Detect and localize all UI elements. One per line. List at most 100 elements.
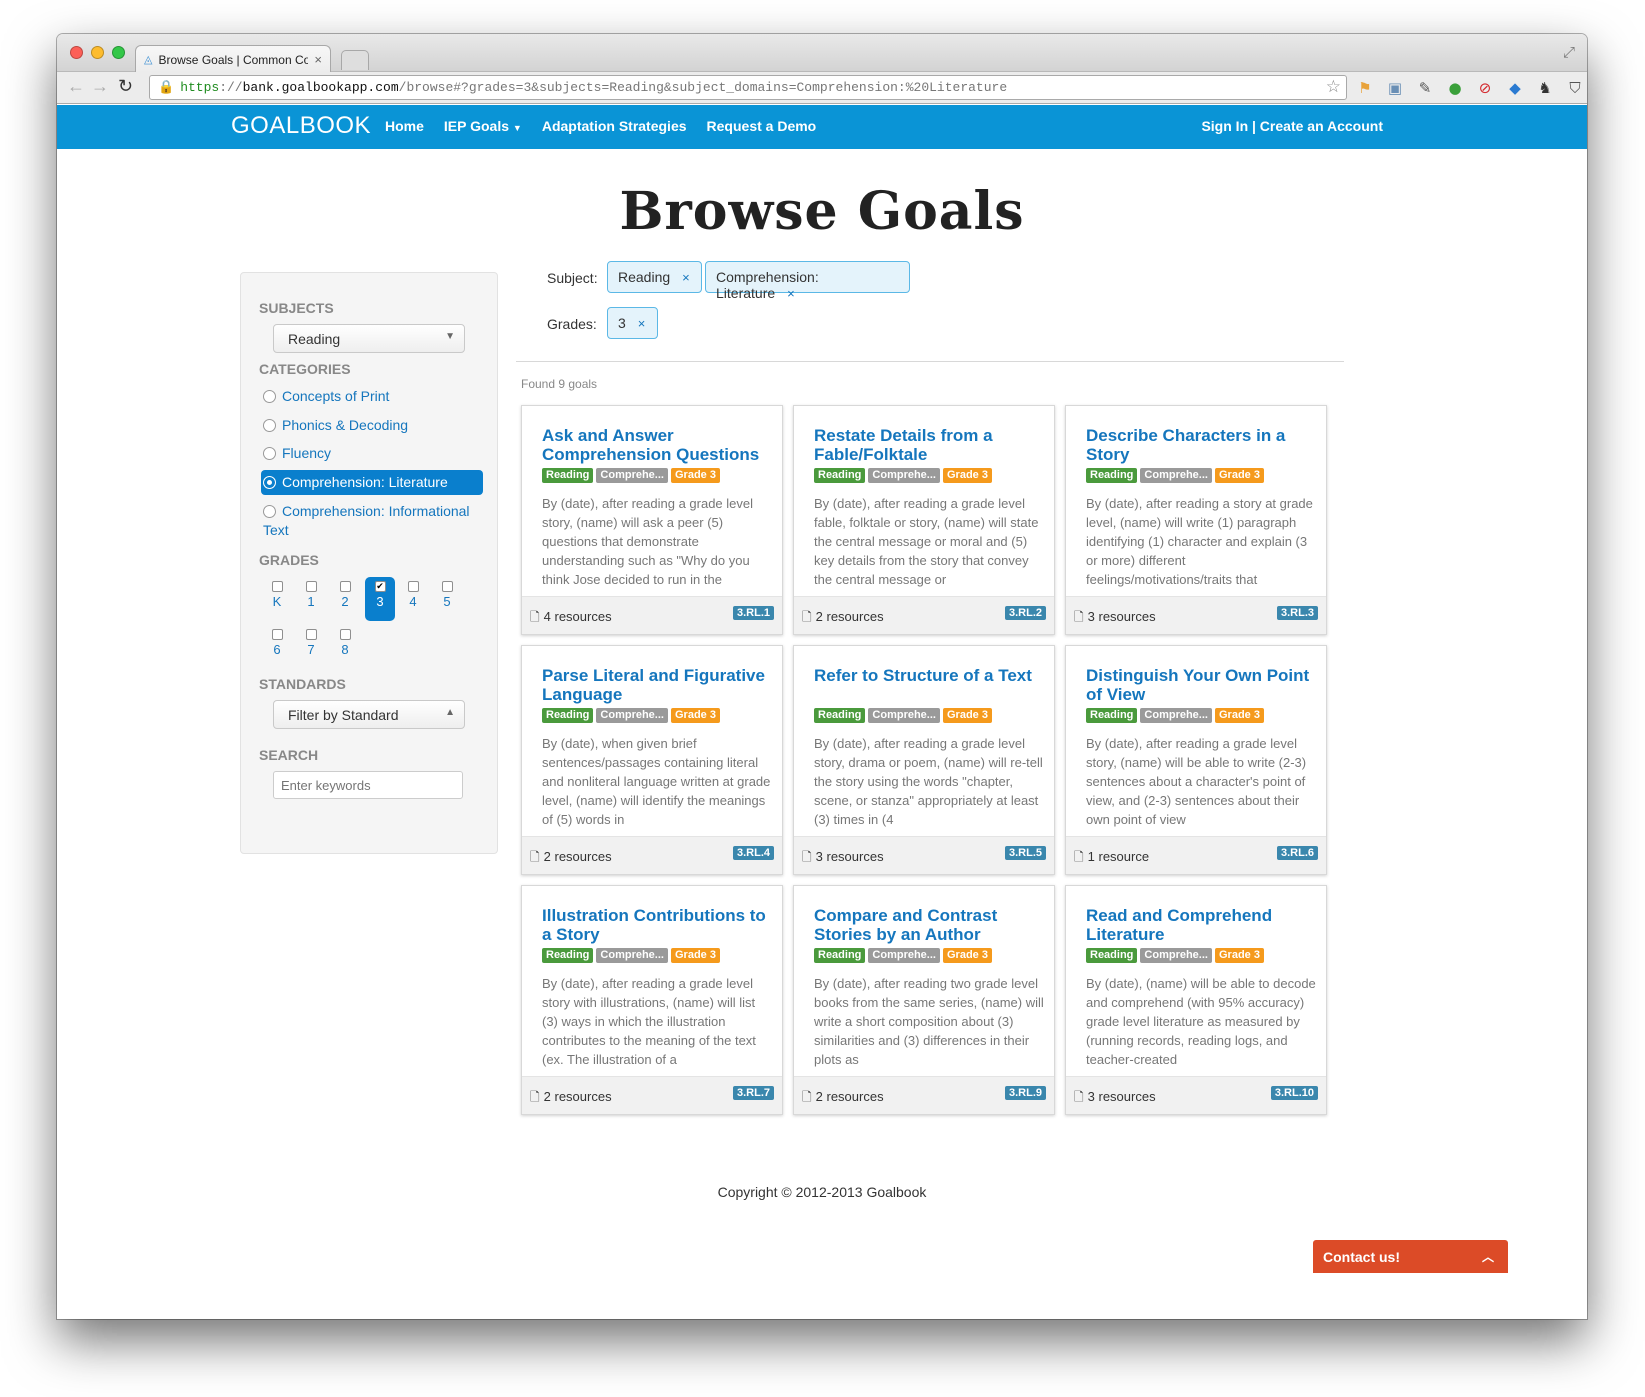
- extension-icon[interactable]: ✎: [1417, 79, 1433, 97]
- goal-card[interactable]: Illustration Contributions to a Story Rea…: [521, 885, 783, 1115]
- nav-iep-goals[interactable]: IEP Goals ▼: [444, 118, 522, 134]
- resources-count: 3 resources: [1087, 1089, 1156, 1104]
- new-tab-button[interactable]: [341, 50, 369, 70]
- subject-chip-reading[interactable]: Reading ×: [607, 261, 702, 293]
- nav-adaptation-strategies[interactable]: Adaptation Strategies: [542, 118, 687, 134]
- goal-card[interactable]: Describe Characters in a Story Reading Com…: [1065, 405, 1327, 635]
- domain-tag: Comprehe...: [1140, 468, 1212, 483]
- category-concepts-of-print[interactable]: Concepts of Print: [261, 384, 483, 409]
- category-comprehension-informational[interactable]: Comprehension: Informational Text: [261, 502, 483, 540]
- goal-footer: 🗋 1 resource 3.RL.6: [1066, 836, 1326, 874]
- subject-chip-comprehension[interactable]: Comprehension: Literature ×: [705, 261, 910, 301]
- goal-description: By (date), after reading two grade level…: [814, 976, 1044, 1067]
- resources-link[interactable]: 🗋 3 resources: [1074, 608, 1156, 629]
- tab-close-icon[interactable]: ×: [314, 52, 322, 67]
- address-bar[interactable]: 🔒 https://bank.goalbookapp.com/browse#?g…: [149, 75, 1347, 100]
- goal-tags: Reading Comprehe... Grade 3: [542, 708, 720, 723]
- remove-icon[interactable]: ×: [638, 316, 646, 331]
- goal-title[interactable]: Restate Details from a Fable/Folktale: [814, 426, 1044, 464]
- extension-icon[interactable]: ♞: [1537, 79, 1553, 97]
- title-bar: ◬ Browse Goals | Common Cor × ⤢: [57, 34, 1587, 73]
- goal-tags: Reading Comprehe... Grade 3: [542, 948, 720, 963]
- subject-tag: Reading: [542, 948, 594, 963]
- grade-6-checkbox[interactable]: 6: [263, 625, 291, 667]
- copyright: Copyright © 2012-2013 Goalbook: [717, 1184, 927, 1200]
- grade-chip-3[interactable]: 3 ×: [607, 307, 658, 339]
- extension-icon[interactable]: ⛉: [1567, 79, 1583, 97]
- brand-logo[interactable]: GOALBOOK: [231, 112, 371, 140]
- resources-link[interactable]: 🗋 1 resource: [1074, 848, 1149, 869]
- minimize-window-button[interactable]: [91, 46, 104, 59]
- contact-us-button[interactable]: Contact us! ︿: [1313, 1240, 1508, 1273]
- grade-5-checkbox[interactable]: 5: [433, 577, 461, 619]
- reload-icon[interactable]: ↻: [118, 76, 133, 97]
- category-fluency[interactable]: Fluency: [261, 441, 483, 466]
- standard-badge: 3.RL.7: [732, 1086, 774, 1100]
- grade-3-checkbox[interactable]: ✔ 3: [365, 577, 395, 621]
- url-path: /browse#?grades=3&subjects=Reading&subje…: [398, 80, 1008, 95]
- resources-link[interactable]: 🗋 2 resources: [802, 608, 884, 629]
- grade-7-checkbox[interactable]: 7: [297, 625, 325, 667]
- resources-link[interactable]: 🗋 2 resources: [802, 1088, 884, 1109]
- grade-4-checkbox[interactable]: 4: [399, 577, 427, 619]
- zoom-window-button[interactable]: [112, 46, 125, 59]
- extension-icon[interactable]: ⊘: [1477, 79, 1493, 97]
- nav-home[interactable]: Home: [385, 118, 424, 134]
- document-icon: 🗋: [1074, 610, 1084, 624]
- resources-link[interactable]: 🗋 2 resources: [530, 848, 612, 869]
- goal-card[interactable]: Restate Details from a Fable/Folktale Rea…: [793, 405, 1055, 635]
- checkbox-icon: [441, 581, 453, 592]
- browser-tab[interactable]: ◬ Browse Goals | Common Cor ×: [135, 45, 331, 73]
- resources-link[interactable]: 🗋 3 resources: [1074, 1088, 1156, 1109]
- grade-k-checkbox[interactable]: K: [263, 577, 291, 619]
- nav-iep-goals-label: IEP Goals: [443, 118, 510, 134]
- extension-icon[interactable]: ◆: [1507, 79, 1523, 97]
- goal-title[interactable]: Distinguish Your Own Point of View: [1086, 666, 1316, 704]
- search-input[interactable]: [273, 771, 463, 799]
- goal-card[interactable]: Compare and Contrast Stories by an Autho…: [793, 885, 1055, 1115]
- goal-title[interactable]: Ask and Answer Comprehension Questions: [542, 426, 772, 464]
- resources-link[interactable]: 🗋 3 resources: [802, 848, 884, 869]
- close-window-button[interactable]: [70, 46, 83, 59]
- grade-1-checkbox[interactable]: 1: [297, 577, 325, 619]
- nav-request-demo[interactable]: Request a Demo: [707, 118, 817, 134]
- grade-8-checkbox[interactable]: 8: [331, 625, 359, 667]
- document-icon: 🗋: [802, 850, 812, 864]
- goal-description: By (date), when given brief sentences/pa…: [542, 736, 771, 827]
- grades-heading: GRADES: [259, 552, 319, 568]
- goal-title[interactable]: Describe Characters in a Story: [1086, 426, 1316, 464]
- goal-title[interactable]: Read and Comprehend Literature: [1086, 906, 1316, 944]
- signin-link[interactable]: Sign In | Create an Account: [1201, 118, 1383, 134]
- goal-card[interactable]: Refer to Structure of a Text Reading Compr…: [793, 645, 1055, 875]
- extension-icon[interactable]: ▣: [1387, 79, 1403, 97]
- back-icon[interactable]: ←: [67, 76, 85, 97]
- extension-icon[interactable]: ⚑: [1357, 79, 1373, 97]
- extension-icon[interactable]: ●: [1447, 79, 1463, 97]
- goal-card[interactable]: Distinguish Your Own Point of View Readin…: [1065, 645, 1327, 875]
- goal-card[interactable]: Read and Comprehend Literature Reading Com…: [1065, 885, 1327, 1115]
- forward-icon[interactable]: →: [91, 76, 109, 97]
- subject-tag: Reading: [814, 948, 866, 963]
- goal-title[interactable]: Illustration Contributions to a Story: [542, 906, 772, 944]
- resources-link[interactable]: 🗋 4 resources: [530, 608, 612, 629]
- bookmark-star-icon[interactable]: ☆: [1326, 77, 1341, 97]
- grade-2-checkbox[interactable]: 2: [331, 577, 359, 619]
- subject-select[interactable]: Reading ▼: [273, 324, 465, 353]
- standard-select[interactable]: Filter by Standard ▲: [273, 700, 465, 729]
- document-icon: 🗋: [530, 850, 540, 864]
- remove-icon[interactable]: ×: [682, 270, 690, 285]
- goal-card[interactable]: Ask and Answer Comprehension Questions Re…: [521, 405, 783, 635]
- goal-title[interactable]: Parse Literal and Figurative Language: [542, 666, 772, 704]
- goal-footer: 🗋 2 resources 3.RL.2: [794, 596, 1054, 634]
- goal-title[interactable]: Compare and Contrast Stories by an Autho…: [814, 906, 1044, 944]
- radio-icon: [263, 419, 276, 432]
- results-count: Found 9 goals: [521, 377, 598, 391]
- category-phonics-decoding[interactable]: Phonics & Decoding: [261, 413, 483, 438]
- goal-title[interactable]: Refer to Structure of a Text: [814, 666, 1044, 685]
- remove-icon[interactable]: ×: [787, 286, 795, 301]
- resources-link[interactable]: 🗋 2 resources: [530, 1088, 612, 1109]
- fullscreen-icon[interactable]: ⤢: [1563, 44, 1575, 61]
- category-comprehension-literature[interactable]: Comprehension: Literature: [261, 470, 483, 495]
- browser-toolbar: ← → ↻ 🔒 https://bank.goalbookapp.com/bro…: [57, 72, 1587, 104]
- goal-card[interactable]: Parse Literal and Figurative Language Rea…: [521, 645, 783, 875]
